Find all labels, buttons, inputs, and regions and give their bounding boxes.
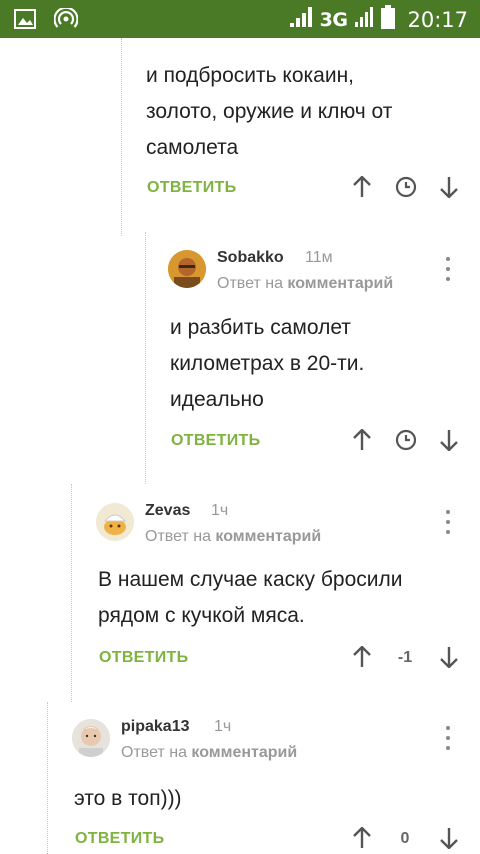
author-name[interactable]: Zevas <box>145 502 190 520</box>
upvote-icon[interactable] <box>352 175 372 203</box>
timestamp: 1ч <box>214 718 232 735</box>
reply-button[interactable]: ОТВЕТИТЬ <box>147 179 236 197</box>
reply-to-link[interactable]: комментарий <box>287 275 393 292</box>
hotspot-icon <box>53 6 79 35</box>
comment-line: и подбросить кокаин, <box>146 64 355 87</box>
reply-to-prefix: Ответ на <box>145 528 211 545</box>
comment-text: и подбросить кокаин, золото, оружие и кл… <box>146 58 392 166</box>
upvote-icon[interactable] <box>352 428 372 456</box>
author-name[interactable]: Sobakko <box>217 249 284 267</box>
reply-to: Ответ на комментарий <box>145 528 321 546</box>
upvote-icon[interactable] <box>352 826 372 854</box>
comment-text: это в топ))) <box>74 781 182 817</box>
reply-to: Ответ на комментарий <box>121 744 297 762</box>
upvote-icon[interactable] <box>352 645 372 673</box>
comment-line: рядом с кучкой мяса. <box>98 604 305 627</box>
timestamp: 1ч <box>211 502 229 519</box>
downvote-icon[interactable] <box>439 646 459 673</box>
clock-icon[interactable] <box>395 176 417 203</box>
more-icon[interactable] <box>445 726 451 750</box>
reply-button[interactable]: ОТВЕТИТЬ <box>75 830 164 848</box>
rating-value: 0 <box>400 830 410 847</box>
thread-line <box>71 484 72 702</box>
more-icon[interactable] <box>445 510 451 534</box>
comment-text: В нашем случае каску бросили рядом с куч… <box>98 562 403 634</box>
comment-line: В нашем случае каску бросили <box>98 568 403 591</box>
avatar[interactable] <box>72 719 110 757</box>
reply-to-link[interactable]: комментарий <box>215 528 321 545</box>
comment-line: золото, оружие и ключ от <box>146 100 393 123</box>
reply-to-link[interactable]: комментарий <box>191 744 297 761</box>
signal-icon-2 <box>353 5 375 34</box>
comment-line: это в топ))) <box>74 787 182 810</box>
reply-button[interactable]: ОТВЕТИТЬ <box>99 649 188 667</box>
rating-value: -1 <box>397 649 413 666</box>
gallery-icon <box>14 9 36 34</box>
downvote-icon[interactable] <box>439 429 459 456</box>
downvote-icon[interactable] <box>439 176 459 203</box>
clock-icon[interactable] <box>395 429 417 456</box>
thread-line <box>47 702 48 854</box>
reply-to-prefix: Ответ на <box>121 744 187 761</box>
more-icon[interactable] <box>445 257 451 281</box>
author-name[interactable]: pipaka13 <box>121 718 189 736</box>
comment-line: километрах в 20-ти. <box>170 352 365 375</box>
battery-icon <box>381 5 396 34</box>
reply-to-prefix: Ответ на <box>217 275 283 292</box>
downvote-icon[interactable] <box>439 827 459 854</box>
avatar[interactable] <box>168 250 206 288</box>
comment-line: идеально <box>170 388 264 411</box>
status-bar: 3G 20:17 <box>0 0 480 38</box>
comment-line: самолета <box>146 136 239 159</box>
timestamp: 11м <box>305 249 333 266</box>
comment-line: и разбить самолет <box>170 316 351 339</box>
reply-to: Ответ на комментарий <box>217 275 393 293</box>
clock: 20:17 <box>407 7 468 32</box>
reply-button[interactable]: ОТВЕТИТЬ <box>171 432 260 450</box>
thread-line <box>145 232 146 484</box>
network-type: 3G <box>319 8 348 31</box>
thread-line <box>121 38 122 236</box>
avatar[interactable] <box>96 503 134 541</box>
comment-text: и разбить самолет километрах в 20-ти. ид… <box>170 310 364 418</box>
signal-icon <box>288 5 314 34</box>
